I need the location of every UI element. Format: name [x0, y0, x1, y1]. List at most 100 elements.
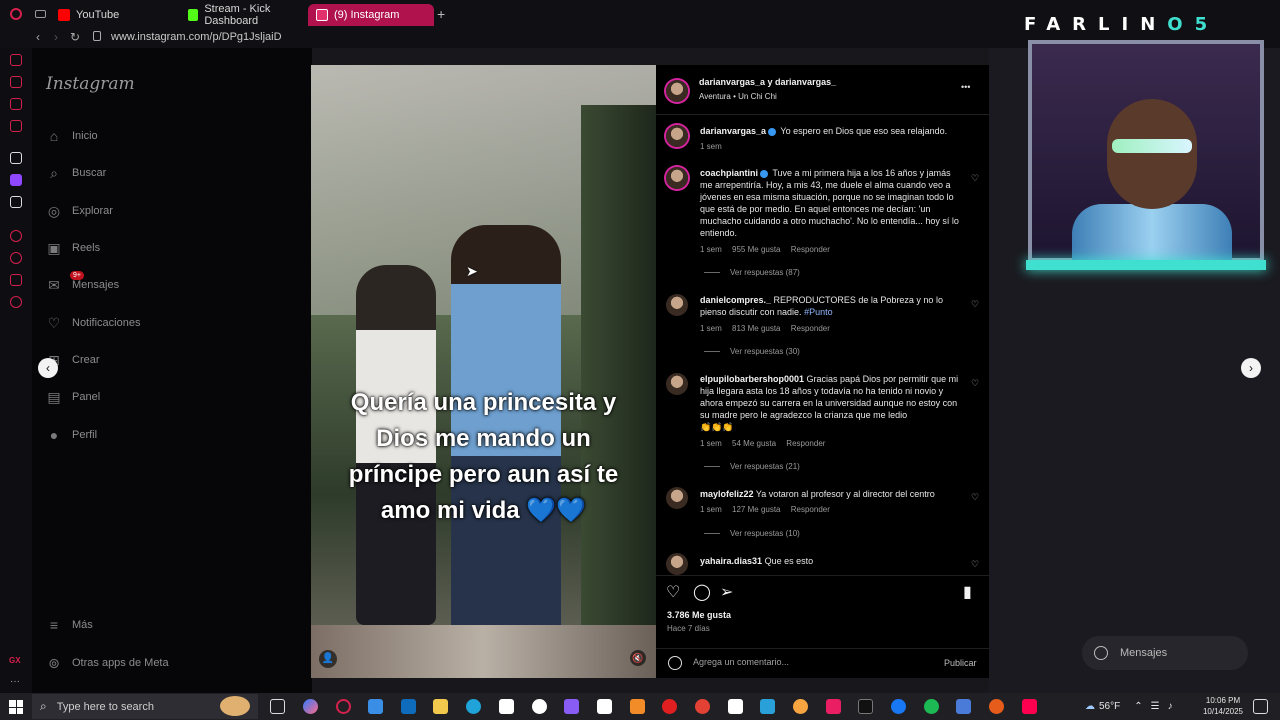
audio-app-icon[interactable] — [858, 699, 873, 714]
reload-icon[interactable]: ↻ — [70, 30, 80, 44]
instagram-logo[interactable]: Instagram — [46, 74, 135, 94]
tab-instagram[interactable]: (9) Instagram — [308, 4, 434, 26]
spotify-icon[interactable] — [924, 699, 939, 714]
mute-icon[interactable]: 🔇 — [630, 650, 646, 666]
chrome-icon[interactable] — [695, 699, 710, 714]
post-video[interactable]: Quería una princesita y Dios me mando un… — [311, 65, 656, 678]
x-icon[interactable] — [10, 196, 22, 208]
view-replies-button[interactable]: Ver respuestas (21) — [704, 462, 800, 471]
player-icon[interactable] — [10, 230, 22, 242]
messenger-icon[interactable] — [891, 699, 906, 714]
tab-kick-dashboard[interactable]: Stream - Kick Dashboard — [180, 3, 310, 27]
store-icon[interactable] — [368, 699, 383, 714]
comment-like-icon[interactable]: ♡ — [971, 492, 979, 503]
nav-item-notificaciones[interactable]: ♡ Notificaciones — [46, 315, 141, 331]
clock-icon[interactable] — [10, 252, 22, 264]
comment-username[interactable]: maylofeliz22 — [700, 489, 754, 499]
opera-gx-icon[interactable] — [336, 699, 351, 714]
messages-pill[interactable]: Mensajes — [1082, 636, 1248, 670]
opera-logo-icon[interactable] — [10, 8, 22, 20]
outlook-icon[interactable] — [401, 699, 416, 714]
vlc-icon[interactable] — [630, 699, 645, 714]
task-view-icon[interactable] — [270, 699, 285, 714]
next-app-icon[interactable] — [826, 699, 841, 714]
previous-post-button[interactable]: ‹ — [38, 358, 58, 378]
publish-button[interactable]: Publicar — [944, 658, 977, 668]
reply-button[interactable]: Responder — [791, 505, 830, 514]
comment-avatar[interactable] — [666, 294, 688, 316]
comment-like-icon[interactable]: ♡ — [971, 559, 979, 570]
view-replies-button[interactable]: Ver respuestas (30) — [704, 347, 800, 356]
forward-icon[interactable]: › — [54, 30, 58, 44]
history-icon[interactable] — [10, 54, 22, 66]
comment-like-icon[interactable]: ♡ — [971, 378, 979, 389]
nav-item-mas[interactable]: ≡ Más — [46, 617, 93, 633]
nav-item-panel[interactable]: ▤ Panel — [46, 389, 100, 405]
nav-item-inicio[interactable]: ⌂ Inicio — [46, 128, 98, 144]
likes-count[interactable]: 3.786 Me gusta — [667, 610, 731, 620]
post-author-avatar[interactable] — [666, 80, 688, 102]
caption-author-avatar[interactable] — [666, 125, 688, 147]
obs-icon[interactable] — [989, 699, 1004, 714]
nav-item-reels[interactable]: ▣ Reels — [46, 240, 100, 256]
share-icon[interactable]: ➢ — [720, 582, 733, 602]
reply-button[interactable]: Responder — [791, 324, 830, 333]
reply-button[interactable]: Responder — [791, 245, 830, 254]
twitch-icon[interactable] — [10, 174, 22, 186]
tray-chevron-icon[interactable]: ⌃ — [1134, 701, 1142, 712]
post-audio[interactable]: Aventura • Un Chi Chi — [699, 92, 777, 101]
copilot-icon[interactable] — [303, 699, 318, 714]
reply-button[interactable]: Responder — [786, 439, 825, 448]
settings-icon[interactable] — [10, 296, 22, 308]
aria-icon[interactable] — [10, 152, 22, 164]
comment-avatar[interactable] — [666, 553, 688, 575]
weather-icon[interactable]: ☁ — [1085, 701, 1095, 712]
github-icon[interactable] — [532, 699, 547, 714]
comment-username[interactable]: yahaira.dias31 — [700, 556, 762, 566]
nav-item-perfil[interactable]: ● Perfil — [46, 427, 97, 443]
like-icon[interactable]: ♡ — [666, 582, 680, 602]
new-tab-button[interactable]: + — [437, 6, 445, 22]
view-replies-button[interactable]: Ver respuestas (87) — [704, 268, 800, 277]
next-post-button[interactable]: › — [1241, 358, 1261, 378]
nav-item-buscar[interactable]: ⌕ Buscar — [46, 165, 106, 181]
comment-avatar[interactable] — [666, 487, 688, 509]
bag-icon[interactable] — [10, 76, 22, 88]
youtube-icon[interactable] — [662, 699, 677, 714]
mail-icon[interactable] — [10, 120, 22, 132]
hashtag-link[interactable]: #Punto — [804, 307, 833, 317]
comment-username[interactable]: danielcompres._ — [700, 295, 771, 305]
nav-item-mensajes[interactable]: ✉ 9+ Mensajes — [46, 271, 119, 293]
more-dots-icon[interactable]: ··· — [10, 676, 20, 687]
shield-icon[interactable] — [10, 274, 22, 286]
capcut-icon[interactable] — [597, 699, 612, 714]
file-explorer-icon[interactable] — [433, 699, 448, 714]
nav-item-meta-apps[interactable]: ⊚ Otras apps de Meta — [46, 655, 168, 671]
comment-username[interactable]: elpupilobarbershop0001 — [700, 374, 804, 384]
taskbar-clock[interactable]: 10:06 PM 10/14/2025 — [1198, 695, 1248, 717]
weather-temp[interactable]: 56°F — [1099, 701, 1120, 712]
network-icon[interactable]: ☰ — [1151, 701, 1160, 712]
comment-avatar[interactable] — [666, 167, 688, 189]
browser-icon[interactable] — [793, 699, 808, 714]
media-app-icon[interactable] — [564, 699, 579, 714]
comment-icon[interactable]: ◯ — [693, 582, 711, 602]
edge-icon[interactable] — [466, 699, 481, 714]
image-app-icon[interactable] — [760, 699, 775, 714]
view-replies-button[interactable]: Ver respuestas (10) — [704, 529, 800, 538]
comment-username[interactable]: coachpiantini — [700, 168, 758, 178]
capcut-icon[interactable] — [499, 699, 514, 714]
back-icon[interactable]: ‹ — [36, 30, 40, 44]
url-field[interactable]: www.instagram.com/p/DPg1JsljaiD — [111, 31, 282, 43]
meta-icon[interactable] — [956, 699, 971, 714]
tab-youtube[interactable]: YouTube — [50, 4, 180, 26]
gx-icon[interactable]: GX — [9, 656, 21, 665]
more-options-icon[interactable]: ••• — [961, 82, 970, 92]
comment-avatar[interactable] — [666, 373, 688, 395]
nav-item-explorar[interactable]: ◎ Explorar — [46, 203, 113, 219]
volume-icon[interactable]: ♪ — [1168, 701, 1173, 712]
post-authors[interactable]: darianvargas_a y darianvargas_ — [699, 77, 836, 87]
notifications-icon[interactable] — [1253, 699, 1268, 714]
windows-start-icon[interactable] — [9, 700, 23, 714]
messenger-icon[interactable] — [10, 98, 22, 110]
